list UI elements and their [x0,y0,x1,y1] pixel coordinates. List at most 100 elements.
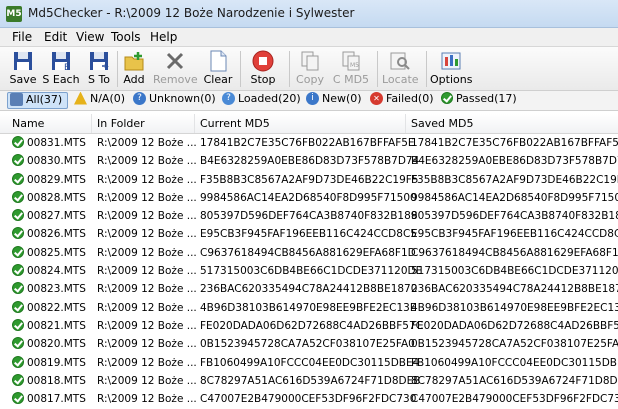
window-title: Md5Checker - R:\2009 12 Boże Narodzenie … [28,6,355,20]
column-divider[interactable] [405,114,406,133]
column-header-name[interactable]: Name [12,117,44,130]
folder-cell: R:\2009 12 Boże ... [97,301,197,314]
passed-check-icon [12,264,24,277]
column-divider[interactable] [194,114,195,133]
name-cell: 00828.MTS [12,190,86,204]
saved-md5-cell: C47007E2B479000CEF53DF96F2FDC730 [411,393,618,406]
copy-button[interactable]: Copy [294,48,326,89]
passed-check-icon [12,227,24,240]
copy-md5-icon: M5 [342,51,360,71]
copy-label: Copy [296,73,324,86]
add-label: Add [123,73,145,86]
current-md5-cell: 236BAC620335494C78A24412B8BE1870 [200,283,418,296]
locate-button[interactable]: Locate [382,48,419,89]
filter-all[interactable]: All(37) [7,92,68,109]
saved-md5-cell: B4E6328259A0EBE86D83D73F578B7D74 [411,155,618,168]
table-row[interactable]: 00819.MTS R:\2009 12 Boże ... FB1060499A10… [0,355,618,373]
filter-new[interactable]: i New(0) [306,91,362,109]
table-row[interactable]: 00823.MTS R:\2009 12 Boże ... 236BAC620335… [0,281,618,299]
remove-x-icon [166,52,184,70]
toolbar-separator [117,51,118,87]
table-row[interactable]: 00824.MTS R:\2009 12 Boże ... 517315003C6D… [0,263,618,281]
current-md5-cell: 805397D596DEF764CA3B8740F832B189 [200,210,418,223]
clear-label: Clear [203,73,233,86]
saved-md5-cell: FB1060499A10FCCC04EE0DC30115DBE4 [411,356,618,369]
saved-md5-cell: 517315003C6DB4BE66C1DCDE371120DE [411,265,618,278]
table-row[interactable]: 00825.MTS R:\2009 12 Boże ... C9637618494C… [0,245,618,263]
locate-icon [390,52,410,70]
table-row[interactable]: 00821.MTS R:\2009 12 Boże ... FE020DADA06D… [0,318,618,336]
current-md5-cell: FE020DADA06D62D72688C4AD26BBF57C [200,319,423,332]
folder-cell: R:\2009 12 Boże ... [97,319,197,332]
stop-button[interactable]: Stop [248,48,278,89]
current-md5-cell: FB1060499A10FCCC04EE0DC30115DBE4 [200,356,420,369]
add-button[interactable]: Add [121,48,147,89]
table-row[interactable]: 00827.MTS R:\2009 12 Boże ... 805397D596DE… [0,208,618,226]
current-md5-cell: B4E6328259A0EBE86D83D73F578B7D74 [200,155,420,168]
name-cell: 00830.MTS [12,154,86,167]
file-name: 00826.MTS [27,228,86,241]
question-icon: ? [133,91,146,105]
folder-cell: R:\2009 12 Boże ... [97,210,197,223]
current-md5-cell: C47007E2B479000CEF53DF96F2FDC730 [200,393,417,406]
filter-loaded[interactable]: ? Loaded(20) [222,91,301,109]
list-icon [10,92,23,106]
menu-help[interactable]: Help [150,30,177,44]
name-cell: 00825.MTS [12,245,86,259]
remove-button[interactable]: Remove [153,48,198,89]
options-button[interactable]: Options [430,48,472,89]
table-row[interactable]: 00818.MTS R:\2009 12 Boże ... 8C78297A51AC… [0,373,618,391]
filter-unknown-label: Unknown(0) [149,92,216,105]
save-button[interactable]: Save [6,48,40,89]
name-cell: 00829.MTS [12,172,86,186]
passed-check-icon [12,318,24,331]
stop-label: Stop [250,73,276,86]
options-label: Options [430,73,473,86]
save-to-button[interactable]: S To [84,48,114,89]
table-row[interactable]: 00822.MTS R:\2009 12 Boże ... 4B96D38103B6… [0,300,618,318]
name-cell: 00819.MTS [12,355,86,369]
save-label: Save [9,73,37,86]
column-header-folder[interactable]: In Folder [97,117,145,130]
filter-failed[interactable]: ✕ Failed(0) [370,91,434,109]
file-name: 00818.MTS [27,374,86,387]
table-row[interactable]: 00826.MTS R:\2009 12 Boże ... E95CB3F945FA… [0,226,618,244]
table-row[interactable]: 00828.MTS R:\2009 12 Boże ... 9984586AC14E… [0,190,618,208]
saved-md5-cell: C9637618494CB8456A881629EFA68F1D [411,246,618,259]
list-header: Name In Folder Current MD5 Saved MD5 [0,114,618,134]
column-header-current-md5[interactable]: Current MD5 [200,117,270,130]
clear-document-icon [210,50,227,72]
menu-file[interactable]: File [12,30,32,44]
menu-bar: File Edit View Tools Help [0,28,618,47]
passed-check-icon [12,136,24,148]
menu-view[interactable]: View [76,30,104,44]
filter-unknown[interactable]: ? Unknown(0) [133,91,216,109]
table-row[interactable]: 00831.MTS R:\2009 12 Boże ... 17841B2C7E35… [0,135,618,153]
passed-check-icon [12,190,24,203]
filter-na[interactable]: N/A(0) [74,91,128,109]
folder-cell: R:\2009 12 Boże ... [97,356,197,369]
clear-button[interactable]: Clear [203,48,233,89]
file-name: 00822.MTS [27,301,86,314]
toolbar-separator [377,51,378,87]
copy-md5-button[interactable]: M5 C MD5 [332,48,370,89]
column-header-saved-md5[interactable]: Saved MD5 [411,117,473,130]
file-list: 00831.MTS R:\2009 12 Boże ... 17841B2C7E35… [0,135,618,409]
table-row[interactable]: 00829.MTS R:\2009 12 Boże ... F35B8B3C8567… [0,172,618,190]
passed-check-icon [441,92,453,104]
passed-check-icon [12,373,24,386]
locate-label: Locate [382,73,419,86]
column-divider[interactable] [91,114,92,133]
current-md5-cell: C9637618494CB8456A881629EFA68F1D [200,246,416,259]
save-each-button[interactable]: E S Each [42,48,80,89]
table-row[interactable]: 00830.MTS R:\2009 12 Boże ... B4E6328259A0… [0,153,618,171]
table-row[interactable]: 00820.MTS R:\2009 12 Boże ... 0B1523945728… [0,336,618,354]
file-name: 00819.MTS [27,356,86,369]
saved-md5-cell: 17841B2C7E35C76FB022AB167BFFAF5E [411,137,618,149]
menu-edit[interactable]: Edit [44,30,67,44]
options-icon [441,52,461,70]
saved-md5-cell: E95CB3F945FAF196EEB116C424CCD8C5 [411,228,618,241]
filter-passed-label: Passed(17) [456,92,517,105]
menu-tools[interactable]: Tools [111,30,141,44]
filter-passed[interactable]: Passed(17) [441,92,517,109]
